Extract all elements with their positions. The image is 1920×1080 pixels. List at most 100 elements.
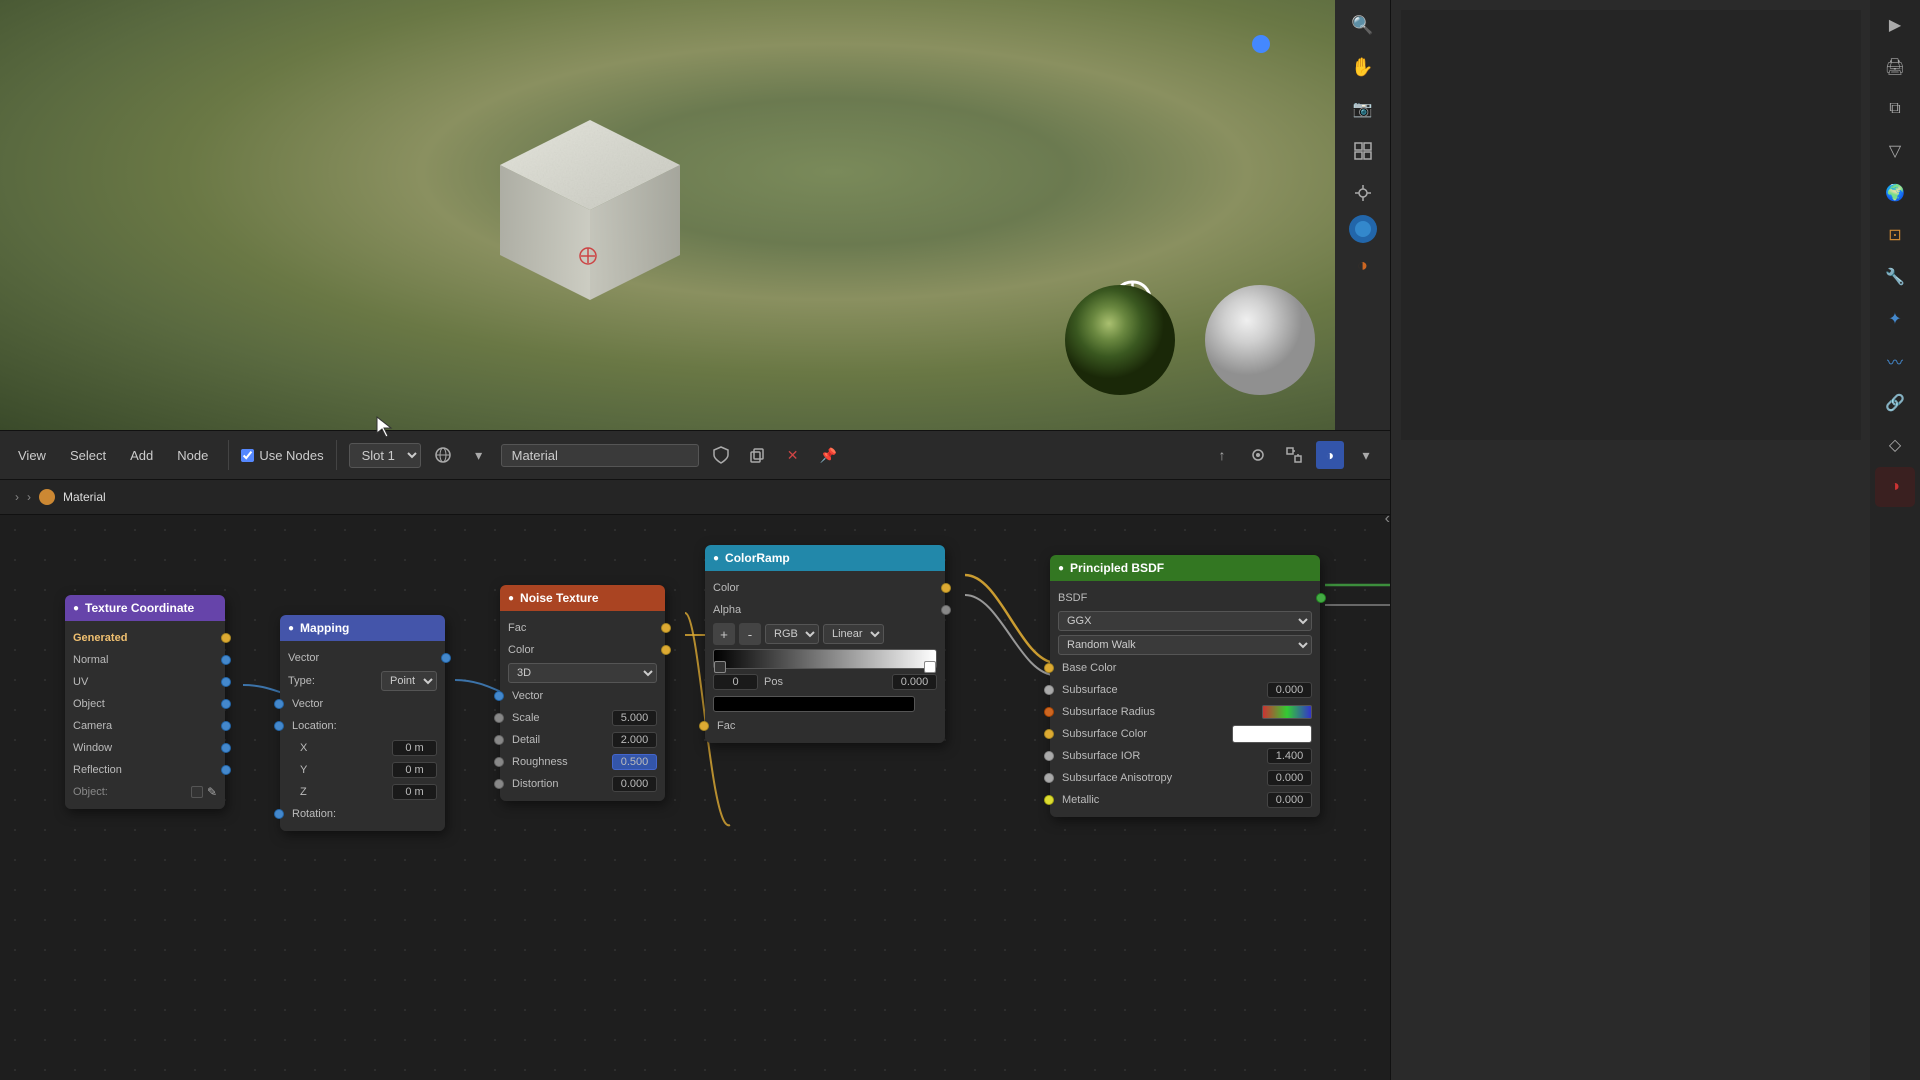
node-texcoord-body: Generated Normal UV Object Camera Window [65, 621, 225, 809]
principled-sss-ior-row[interactable]: Subsurface IOR 1.400 [1050, 745, 1320, 767]
data-props-icon[interactable]: ◇ [1875, 425, 1915, 465]
mapping-x-row[interactable]: X 0 m [280, 737, 445, 759]
view-layer-icon[interactable]: ⧉ [1875, 89, 1915, 129]
rendered-icon[interactable]: ◑ [1343, 245, 1383, 285]
principled-subsurface-row[interactable]: Subsurface 0.000 [1050, 679, 1320, 701]
physics-icon[interactable]: 〰 [1875, 341, 1915, 381]
camera-icon[interactable]: 📷 [1343, 89, 1383, 129]
constraints-icon[interactable]: 🔗 [1875, 383, 1915, 423]
colorramp-alpha-out: Alpha [705, 599, 945, 621]
separator [228, 440, 229, 470]
mapping-z-row[interactable]: Z 0 m [280, 781, 445, 803]
world-props-icon[interactable]: 🌍 [1875, 173, 1915, 213]
cursor-icon[interactable] [1343, 173, 1383, 213]
colorramp-mode-select[interactable]: RGB [765, 624, 819, 644]
output-props-icon[interactable]: 🖨 [1875, 47, 1915, 87]
node-noise-texture[interactable]: ● Noise Texture Fac Color 3D [500, 585, 665, 801]
material-name-input[interactable] [501, 444, 699, 467]
transform-icon[interactable] [1280, 441, 1308, 469]
noise-detail-row[interactable]: Detail 2.000 [500, 729, 665, 751]
pin-icon[interactable]: 📌 [815, 441, 843, 469]
principled-base-color-row[interactable]: Base Color [1050, 657, 1320, 679]
copy-icon[interactable] [743, 441, 771, 469]
mapping-type-select[interactable]: Point [381, 671, 437, 691]
particles-icon[interactable]: ✦ [1875, 299, 1915, 339]
node-mapping[interactable]: ● Mapping Vector Type: Point Vector [280, 615, 445, 831]
colorramp-color-display[interactable] [713, 696, 915, 712]
principled-sss-color-row[interactable]: Subsurface Color [1050, 723, 1320, 745]
colorramp-remove-btn[interactable]: - [739, 623, 761, 645]
use-nodes-checkbox[interactable]: Use Nodes [241, 448, 323, 463]
viewport[interactable]: 🔍 ✋ 📷 ◑ [0, 0, 1390, 430]
material-preview-icon[interactable] [1349, 215, 1377, 243]
principled-sss-radius-row[interactable]: Subsurface Radius [1050, 701, 1320, 723]
select-menu[interactable]: Select [62, 444, 114, 467]
noise-mode-select[interactable]: 3D [508, 663, 657, 683]
viewport-mode-dropdown[interactable]: ▾ [1352, 441, 1380, 469]
noise-mode-row[interactable]: 3D [500, 661, 665, 685]
blue-dot-indicator [1252, 35, 1270, 53]
view-menu[interactable]: View [10, 444, 54, 467]
layout-up-icon[interactable]: ↑ [1208, 441, 1236, 469]
node-menu[interactable]: Node [169, 444, 216, 467]
noise-scale-row[interactable]: Scale 5.000 [500, 707, 665, 729]
shield-icon[interactable] [707, 441, 735, 469]
colorramp-stop-row[interactable]: 0 Pos 0.000 [705, 671, 945, 693]
colorramp-add-btn[interactable]: + [713, 623, 735, 645]
mapping-type-row[interactable]: Type: Point [280, 669, 445, 693]
grid-icon[interactable] [1343, 131, 1383, 171]
node-editor-canvas[interactable]: ● Texture Coordinate Generated Normal UV… [0, 515, 1390, 1080]
principled-ggx-row[interactable]: GGX [1050, 609, 1320, 633]
texcoord-normal-row: Normal [65, 649, 225, 671]
modifier-props-icon[interactable]: 🔧 [1875, 257, 1915, 297]
noise-distortion-row[interactable]: Distortion 0.000 [500, 773, 665, 795]
colorramp-color-swatch-row[interactable] [705, 693, 945, 715]
zoom-icon[interactable]: 🔍 [1343, 5, 1383, 45]
3d-cube [480, 100, 700, 320]
collapse-panel-arrow[interactable]: ‹ [1385, 510, 1390, 528]
close-material-icon[interactable]: ✕ [779, 441, 807, 469]
colorramp-gradient-row[interactable] [705, 647, 945, 671]
color-mode-icon[interactable]: ◑ [1316, 441, 1344, 469]
colorramp-controls-row[interactable]: + - RGB Linear [705, 621, 945, 647]
node-principled-bsdf[interactable]: ● Principled BSDF BSDF GGX Random Walk [1050, 555, 1320, 817]
dropdown-icon[interactable]: ▾ [465, 441, 493, 469]
node-texture-coordinate[interactable]: ● Texture Coordinate Generated Normal UV… [65, 595, 225, 809]
colorramp-interp-select[interactable]: Linear [823, 624, 884, 644]
render-props-icon[interactable]: ▶ [1875, 5, 1915, 45]
object-props-icon[interactable]: ⊡ [1875, 215, 1915, 255]
material-sphere-icon[interactable] [429, 441, 457, 469]
mapping-location-label: Location: [280, 715, 445, 737]
breadcrumb-chevron: › [15, 490, 19, 504]
principled-metallic-row[interactable]: Metallic 0.000 [1050, 789, 1320, 811]
breadcrumb: › › Material [0, 480, 1390, 515]
snap-icon[interactable] [1244, 441, 1272, 469]
mapping-y-row[interactable]: Y 0 m [280, 759, 445, 781]
texcoord-generated-row: Generated [65, 627, 225, 649]
breadcrumb-material-icon [39, 489, 55, 505]
material-props-icon[interactable]: ◑ [1875, 467, 1915, 507]
hand-icon[interactable]: ✋ [1343, 47, 1383, 87]
separator2 [336, 440, 337, 470]
add-menu[interactable]: Add [122, 444, 161, 467]
principled-sss-select[interactable]: Random Walk [1058, 635, 1312, 655]
node-principled-body: BSDF GGX Random Walk Base Color [1050, 581, 1320, 817]
subsurface-color-swatch[interactable] [1232, 725, 1312, 743]
subsurface-radius-swatch[interactable] [1262, 705, 1312, 719]
noise-fac-out: Fac [500, 617, 665, 639]
mapping-vector-out: Vector [280, 647, 445, 669]
node-principled-title: Principled BSDF [1070, 561, 1164, 575]
node-mapping-title: Mapping [300, 621, 349, 635]
node-colorramp[interactable]: ● ColorRamp Color Alpha + - RGB [705, 545, 945, 743]
node-noise-title: Noise Texture [520, 591, 598, 605]
principled-distrib-select[interactable]: GGX [1058, 611, 1312, 631]
preview-spheres [1060, 280, 1320, 400]
slot-selector[interactable]: Slot 1 [349, 443, 421, 468]
colorramp-gradient[interactable] [713, 649, 937, 669]
principled-sss-aniso-row[interactable]: Subsurface Anisotropy 0.000 [1050, 767, 1320, 789]
scene-props-icon[interactable]: ▽ [1875, 131, 1915, 171]
noise-color-out: Color [500, 639, 665, 661]
noise-roughness-row[interactable]: Roughness 0.500 [500, 751, 665, 773]
principled-sss-method-row[interactable]: Random Walk [1050, 633, 1320, 657]
props-viewport-area [1401, 10, 1861, 440]
